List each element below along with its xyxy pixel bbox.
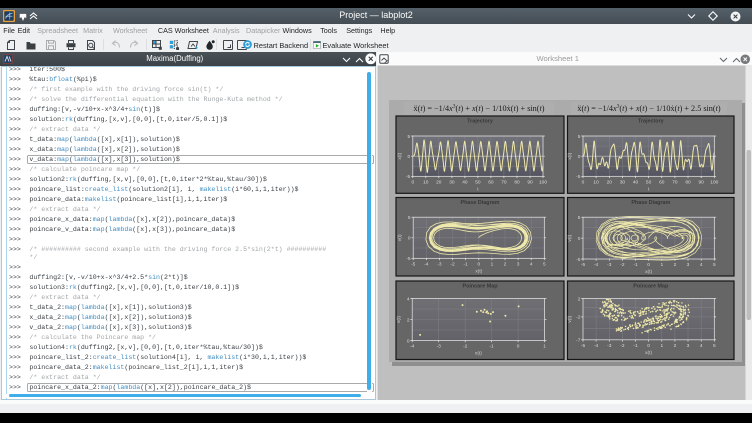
svg-text:-3: -3 — [437, 262, 442, 268]
svg-text:40: 40 — [462, 180, 468, 186]
svg-text:3: 3 — [517, 262, 520, 268]
svg-text:-5: -5 — [581, 262, 586, 268]
svg-text:-2: -2 — [620, 343, 625, 349]
svg-text:3: 3 — [687, 262, 690, 268]
svg-text:-4: -4 — [594, 343, 599, 349]
svg-text:60: 60 — [488, 180, 494, 186]
svg-text:5: 5 — [578, 215, 581, 221]
svg-text:60: 60 — [659, 180, 665, 186]
svg-text:Trajectory: Trajectory — [467, 119, 493, 125]
svg-text:-3: -3 — [607, 262, 612, 268]
svg-text:5: 5 — [408, 215, 411, 221]
svg-text:20: 20 — [436, 180, 442, 186]
svg-text:-4: -4 — [594, 262, 599, 268]
svg-text:5: 5 — [543, 262, 546, 268]
svg-text:40: 40 — [633, 180, 639, 186]
svg-text:2: 2 — [504, 262, 507, 268]
svg-text:-3: -3 — [607, 343, 612, 349]
svg-text:70: 70 — [672, 180, 678, 186]
svg-text:50: 50 — [646, 180, 652, 186]
svg-text:-3: -3 — [437, 344, 442, 350]
svg-text:20: 20 — [607, 180, 613, 186]
svg-text:0: 0 — [578, 154, 581, 160]
svg-text:1: 1 — [660, 262, 663, 268]
svg-text:-5: -5 — [406, 174, 411, 180]
svg-text:-5: -5 — [406, 256, 411, 262]
svg-text:4: 4 — [407, 296, 410, 302]
svg-text:Phase Diagram: Phase Diagram — [461, 200, 500, 206]
svg-text:4: 4 — [530, 262, 533, 268]
svg-text:80: 80 — [514, 180, 520, 186]
svg-text:Trajectory: Trajectory — [638, 119, 664, 125]
svg-text:-1: -1 — [489, 344, 494, 350]
svg-text:2: 2 — [578, 296, 581, 302]
svg-text:x(t): x(t) — [475, 269, 482, 275]
svg-text:-4: -4 — [410, 344, 415, 350]
svg-text:0: 0 — [578, 236, 581, 242]
svg-text:x(t): x(t) — [645, 350, 652, 356]
svg-text:30: 30 — [449, 180, 455, 186]
svg-text:v(t): v(t) — [567, 234, 573, 241]
svg-text:0: 0 — [517, 344, 520, 350]
svg-text:10: 10 — [593, 180, 599, 186]
svg-text:-2: -2 — [450, 262, 455, 268]
svg-text:-5: -5 — [576, 257, 581, 263]
svg-text:1: 1 — [491, 262, 494, 268]
svg-text:-1: -1 — [463, 262, 468, 268]
svg-text:-2: -2 — [620, 262, 625, 268]
svg-text:-5: -5 — [576, 174, 581, 180]
svg-text:v(t): v(t) — [567, 315, 573, 322]
svg-text:90: 90 — [699, 180, 705, 186]
svg-text:v(t): v(t) — [397, 234, 403, 241]
svg-text:0: 0 — [582, 180, 585, 186]
svg-text:-2: -2 — [463, 344, 468, 350]
svg-text:Poincare Map: Poincare Map — [462, 284, 498, 290]
svg-text:x(t): x(t) — [567, 152, 573, 159]
svg-text:0: 0 — [647, 262, 650, 268]
svg-text:-5: -5 — [411, 262, 416, 268]
svg-text:x(t): x(t) — [645, 269, 652, 275]
svg-text:-4: -4 — [424, 262, 429, 268]
svg-text:0: 0 — [477, 262, 480, 268]
svg-text:5: 5 — [408, 134, 411, 140]
svg-text:10: 10 — [423, 180, 429, 186]
svg-text:80: 80 — [685, 180, 691, 186]
svg-text:3: 3 — [687, 343, 690, 349]
svg-text:Phase Diagram: Phase Diagram — [631, 200, 670, 206]
svg-text:4: 4 — [700, 262, 703, 268]
svg-text:0: 0 — [411, 180, 414, 186]
svg-text:1: 1 — [660, 343, 663, 349]
svg-text:0: 0 — [407, 338, 410, 344]
svg-text:5: 5 — [713, 262, 716, 268]
svg-text:Poincare Map: Poincare Map — [633, 284, 669, 290]
svg-text:0: 0 — [408, 236, 411, 242]
svg-text:-1: -1 — [633, 343, 638, 349]
svg-text:50: 50 — [475, 180, 481, 186]
svg-text:0: 0 — [408, 154, 411, 160]
svg-text:-5: -5 — [581, 343, 586, 349]
svg-text:5: 5 — [713, 343, 716, 349]
svg-text:70: 70 — [501, 180, 507, 186]
svg-text:0: 0 — [647, 343, 650, 349]
svg-text:5: 5 — [578, 134, 581, 140]
svg-text:2: 2 — [407, 317, 410, 323]
svg-text:100: 100 — [710, 180, 718, 186]
svg-text:x(t): x(t) — [475, 351, 482, 357]
svg-text:v(t): v(t) — [396, 316, 402, 323]
svg-text:2: 2 — [674, 343, 677, 349]
svg-text:-7: -7 — [576, 338, 581, 344]
svg-text:4: 4 — [700, 343, 703, 349]
svg-text:100: 100 — [539, 180, 547, 186]
svg-text:2: 2 — [674, 262, 677, 268]
svg-text:x(t): x(t) — [397, 152, 403, 159]
svg-text:-2: -2 — [576, 315, 581, 321]
svg-text:30: 30 — [620, 180, 626, 186]
svg-text:90: 90 — [527, 180, 533, 186]
svg-text:1: 1 — [543, 344, 546, 350]
svg-text:-1: -1 — [633, 262, 638, 268]
